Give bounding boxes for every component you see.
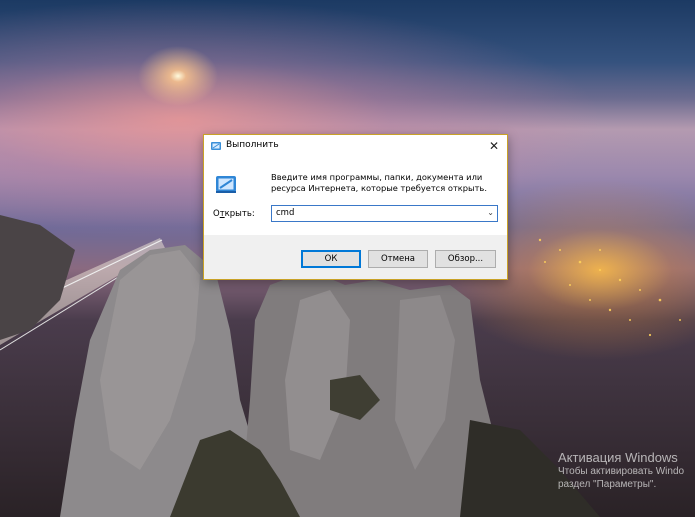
close-button[interactable]: ✕ <box>481 135 507 157</box>
watermark-line-2: раздел "Параметры". <box>558 479 657 490</box>
browse-button[interactable]: Обзор... <box>435 250 496 268</box>
run-dialog: Выполнить ✕ Введите имя программы, папки… <box>203 134 508 280</box>
run-icon-large <box>216 176 236 193</box>
activation-watermark: Активация Windows Чтобы активировать Win… <box>558 450 684 491</box>
open-label: Открыть: <box>213 209 255 219</box>
open-label-suffix: крыть: <box>224 209 255 219</box>
open-combobox[interactable]: cmd ⌄ <box>271 205 498 222</box>
dialog-description: Введите имя программы, папки, документа … <box>271 172 487 193</box>
watermark-line-1: Чтобы активировать Windo <box>558 466 685 477</box>
cancel-button[interactable]: Отмена <box>368 250 428 268</box>
dialog-titlebar[interactable]: Выполнить ✕ <box>204 135 507 157</box>
dialog-footer: ОК Отмена Обзор... <box>204 235 507 279</box>
open-input[interactable]: cmd <box>276 208 294 218</box>
close-icon: ✕ <box>488 139 500 153</box>
ok-button[interactable]: ОК <box>301 250 361 268</box>
dialog-title: Выполнить <box>226 140 279 150</box>
chevron-down-icon[interactable]: ⌄ <box>487 208 494 217</box>
run-icon <box>211 142 221 150</box>
watermark-title: Активация Windows <box>558 450 678 465</box>
open-label-prefix: О <box>213 209 220 219</box>
